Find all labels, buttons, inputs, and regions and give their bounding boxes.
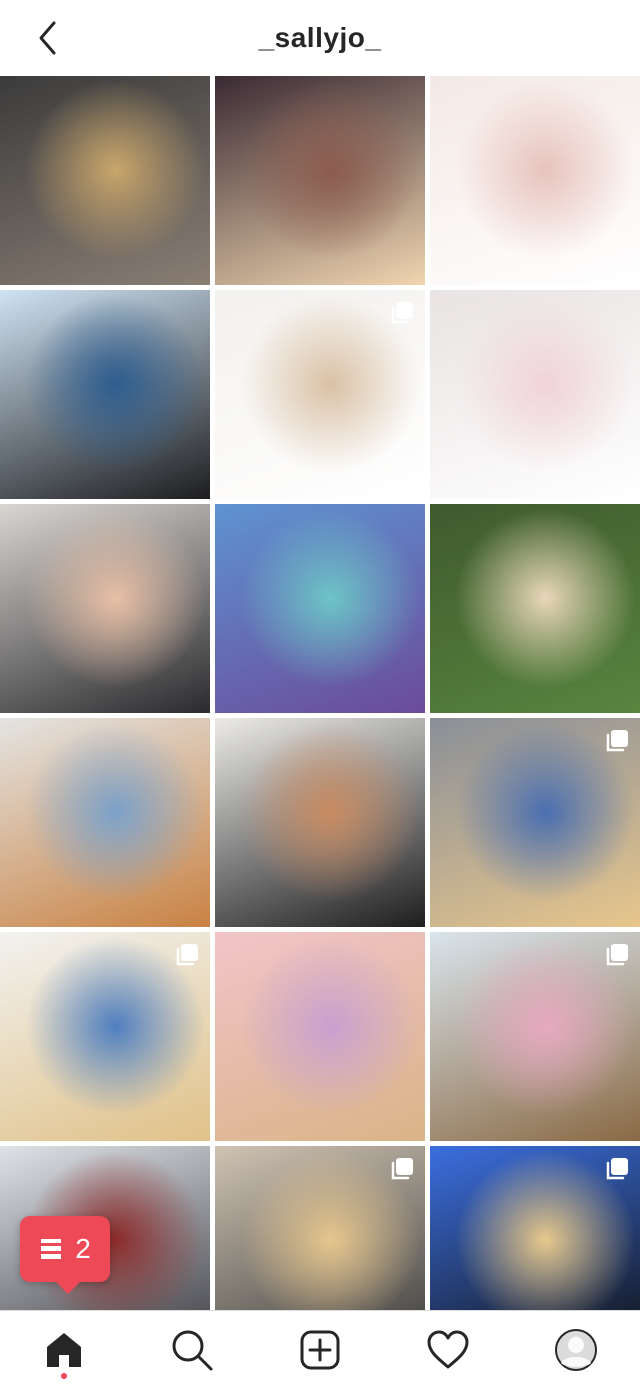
tab-search[interactable] — [167, 1325, 217, 1375]
post-thumbnail[interactable] — [0, 290, 210, 499]
post-thumbnail[interactable] — [0, 932, 210, 1141]
comment-notification-badge[interactable]: 2 — [20, 1216, 110, 1294]
carousel-icon — [606, 730, 628, 752]
carousel-icon — [606, 1158, 628, 1180]
post-thumbnail[interactable] — [215, 932, 425, 1141]
post-thumbnail[interactable] — [430, 932, 640, 1141]
carousel-icon — [391, 1158, 413, 1180]
profile-avatar-icon — [555, 1329, 597, 1371]
notification-count: 2 — [75, 1233, 91, 1264]
add-post-icon — [300, 1330, 340, 1370]
post-thumbnail[interactable] — [0, 504, 210, 713]
carousel-icon — [176, 944, 198, 966]
tab-activity[interactable] — [423, 1325, 473, 1375]
post-thumbnail[interactable] — [0, 718, 210, 927]
search-icon — [172, 1330, 213, 1371]
heart-icon — [427, 1330, 469, 1369]
carousel-icon — [391, 302, 413, 324]
tab-new-post[interactable] — [295, 1325, 345, 1375]
comment-notification-icon — [41, 1239, 62, 1259]
profile-header: _sallyjo_ — [0, 0, 640, 76]
post-thumbnail[interactable] — [0, 76, 210, 285]
tab-home[interactable] — [39, 1325, 89, 1379]
post-thumbnail[interactable] — [430, 290, 640, 499]
post-thumbnail[interactable] — [215, 76, 425, 285]
home-icon — [47, 1333, 81, 1367]
posts-grid — [0, 76, 640, 1310]
post-thumbnail[interactable] — [215, 504, 425, 713]
carousel-icon — [606, 944, 628, 966]
page-title: _sallyjo_ — [258, 22, 382, 53]
post-thumbnail[interactable] — [430, 76, 640, 285]
tab-profile[interactable] — [551, 1325, 601, 1375]
post-thumbnail[interactable] — [215, 1146, 425, 1310]
active-tab-dot — [61, 1373, 67, 1379]
post-thumbnail[interactable] — [430, 504, 640, 713]
post-thumbnail[interactable] — [215, 290, 425, 499]
bottom-tab-bar — [0, 1310, 640, 1386]
post-thumbnail[interactable] — [430, 1146, 640, 1310]
post-thumbnail[interactable] — [430, 718, 640, 927]
post-thumbnail[interactable] — [215, 718, 425, 927]
